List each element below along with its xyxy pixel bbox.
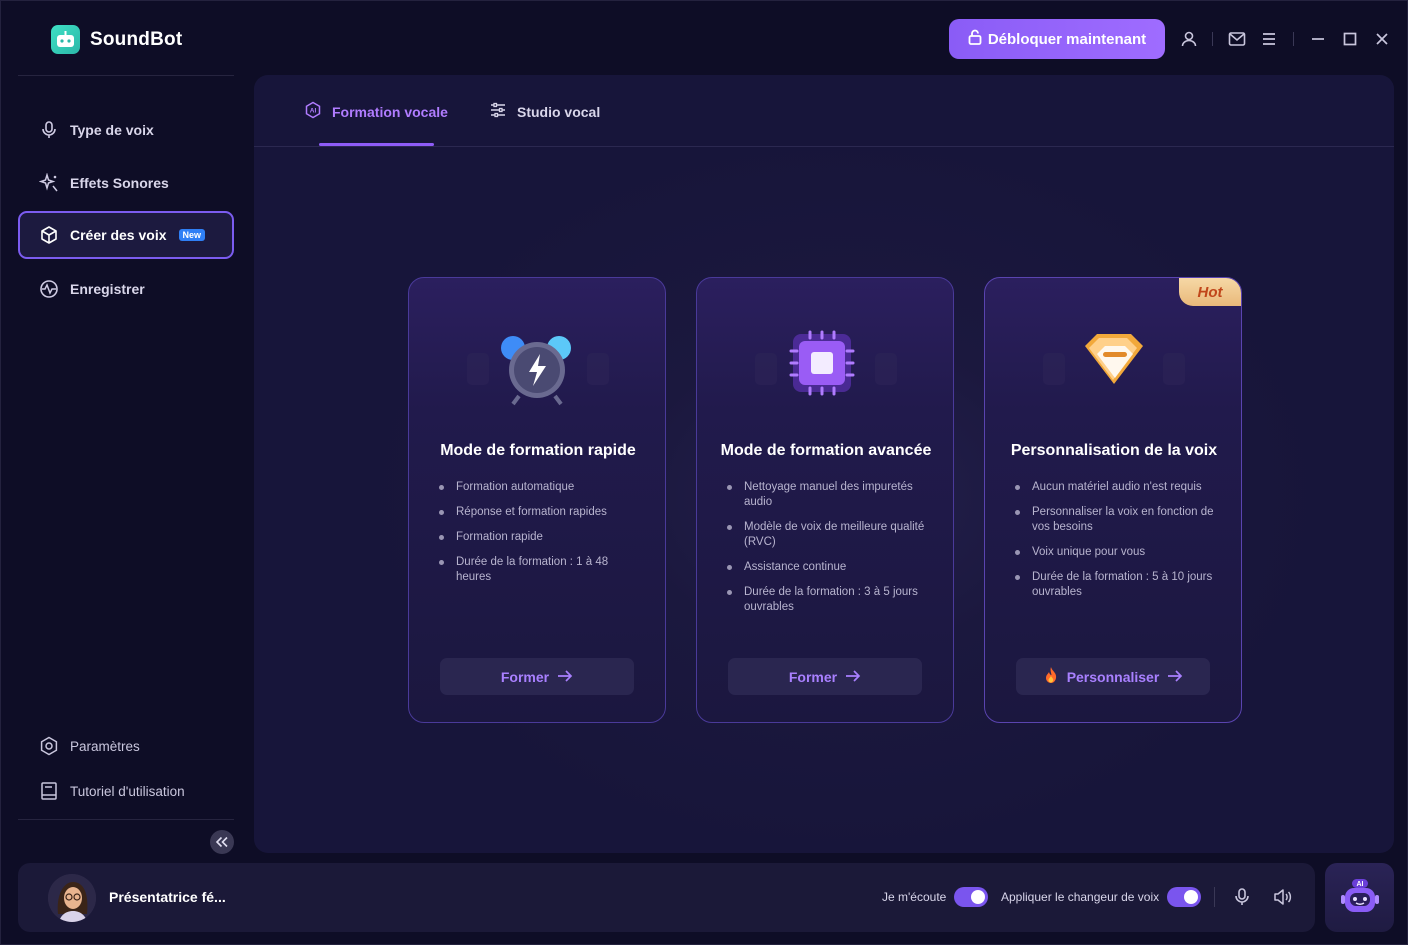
current-voice-name[interactable]: Présentatrice fé... (109, 889, 226, 905)
sidebar-item-label: Créer des voix (70, 227, 167, 243)
active-tab-indicator (319, 143, 434, 146)
customize-button[interactable]: Personnaliser (1016, 658, 1210, 695)
tab-studio-vocal[interactable]: Studio vocal (489, 101, 600, 122)
voice-avatar[interactable] (48, 874, 96, 922)
feature-item: Personnaliser la voix en fonction de vos… (1013, 505, 1218, 535)
maximize-icon[interactable] (1340, 29, 1360, 49)
button-label: Former (500, 668, 550, 685)
soundbot-logo-icon (51, 25, 80, 54)
mail-icon[interactable] (1227, 29, 1247, 49)
lightning-clock-icon (409, 318, 665, 408)
apply-changer-label: Appliquer le changeur de voix (1001, 890, 1160, 904)
feature-item: Modèle de voix de meilleure qualité (RVC… (725, 520, 930, 550)
titlebar-divider (1293, 32, 1294, 46)
button-label: Personnaliser (1066, 668, 1160, 685)
book-icon (38, 780, 60, 802)
feature-item: Formation rapide (437, 530, 642, 545)
sidebar-divider (18, 75, 234, 76)
sidebar-bottom-label: Tutoriel d'utilisation (70, 783, 185, 799)
bottom-divider (1214, 887, 1215, 907)
card-rapid-training: Mode de formation rapide Formation autom… (408, 277, 666, 723)
sidebar-item-enregistrer[interactable]: Enregistrer (18, 265, 234, 313)
diamond-icon (985, 318, 1241, 408)
lock-icon (968, 29, 982, 49)
card-title: Personnalisation de la voix (1010, 442, 1218, 459)
main-panel: AI Formation vocale Studio vocal Mode de… (254, 75, 1394, 853)
brand: SoundBot (51, 25, 182, 54)
train-advanced-button[interactable]: Former (728, 658, 922, 695)
app-name: SoundBot (90, 28, 183, 50)
menu-icon[interactable] (1259, 29, 1279, 49)
listen-label: Je m'écoute (882, 890, 947, 904)
microphone-icon (38, 119, 60, 141)
feature-item: Nettoyage manuel des impuretés audio (725, 480, 930, 510)
feature-item: Durée de la formation : 3 à 5 jours ouvr… (725, 585, 930, 615)
collapse-sidebar-icon[interactable] (210, 830, 234, 854)
feature-item: Formation automatique (437, 480, 642, 495)
sidebar-item-tutoriel[interactable]: Tutoriel d'utilisation (38, 780, 185, 802)
apply-changer-toggle[interactable] (1167, 887, 1201, 907)
titlebar-divider (1212, 32, 1213, 46)
feature-item: Aucun matériel audio n'est requis (1013, 480, 1218, 495)
ai-assistant-button[interactable]: AI (1325, 863, 1394, 932)
sidebar-item-creer-des-voix[interactable]: Créer des voix New (18, 211, 234, 259)
flame-icon (1043, 666, 1059, 687)
feature-item: Assistance continue (725, 560, 930, 575)
sidebar-item-type-de-voix[interactable]: Type de voix (18, 106, 234, 154)
svg-text:AI: AI (310, 108, 317, 115)
close-icon[interactable] (1372, 29, 1392, 49)
speaker-icon[interactable] (1271, 885, 1295, 909)
user-icon[interactable] (1179, 29, 1199, 49)
sidebar-item-label: Type de voix (70, 122, 154, 138)
tab-bar: AI Formation vocale Studio vocal (254, 75, 1394, 147)
sidebar-item-label: Effets Sonores (70, 175, 169, 191)
sidebar-divider (18, 819, 234, 820)
feature-list: Nettoyage manuel des impuretés audio Mod… (725, 480, 930, 625)
feature-list: Formation automatique Réponse et formati… (437, 480, 642, 595)
sliders-icon (489, 101, 507, 122)
chip-icon (697, 318, 953, 408)
tab-formation-vocale[interactable]: AI Formation vocale (304, 101, 448, 122)
feature-item: Durée de la formation : 5 à 10 jours ouv… (1013, 570, 1218, 600)
unlock-now-button[interactable]: Débloquer maintenant (949, 19, 1165, 59)
feature-item: Réponse et formation rapides (437, 505, 642, 520)
feature-list: Aucun matériel audio n'est requis Person… (1013, 480, 1218, 610)
ai-icon: AI (304, 101, 322, 122)
hot-badge: Hot (1179, 278, 1241, 306)
card-title: Mode de formation rapide (440, 442, 636, 459)
settings-icon (38, 735, 60, 757)
ai-label: AI (1356, 881, 1363, 888)
bottom-bar: Présentatrice fé... Je m'écoute Applique… (18, 863, 1315, 932)
waveform-icon (38, 278, 60, 300)
listen-toggle[interactable] (954, 887, 988, 907)
unlock-now-label: Débloquer maintenant (987, 30, 1147, 48)
ai-robot-icon: AI (1340, 878, 1379, 912)
sidebar-item-label: Enregistrer (70, 281, 145, 297)
app-window: SoundBot Débloquer maintenant Type de vo… (0, 0, 1408, 945)
tab-label: Formation vocale (332, 103, 448, 120)
arrow-right-icon (845, 669, 861, 685)
feature-item: Voix unique pour vous (1013, 545, 1218, 560)
microphone-icon[interactable] (1230, 885, 1254, 909)
sidebar-item-parametres[interactable]: Paramètres (38, 735, 140, 757)
sidebar-bottom-label: Paramètres (70, 738, 140, 754)
card-title: Mode de formation avancée (720, 442, 932, 459)
feature-item: Durée de la formation : 1 à 48 heures (437, 555, 642, 585)
button-label: Former (788, 668, 838, 685)
cube-icon (38, 224, 60, 246)
sparkle-icon (38, 172, 60, 194)
minimize-icon[interactable] (1308, 29, 1328, 49)
card-voice-customization: Hot Personnalisation de la voix Aucun ma… (984, 277, 1242, 723)
train-rapid-button[interactable]: Former (440, 658, 634, 695)
new-badge: New (178, 229, 206, 241)
sidebar-item-effets-sonores[interactable]: Effets Sonores (18, 159, 234, 207)
arrow-right-icon (557, 669, 573, 685)
tab-label: Studio vocal (517, 103, 601, 120)
arrow-right-icon (1167, 669, 1183, 685)
card-advanced-training: Mode de formation avancée Nettoyage manu… (696, 277, 954, 723)
